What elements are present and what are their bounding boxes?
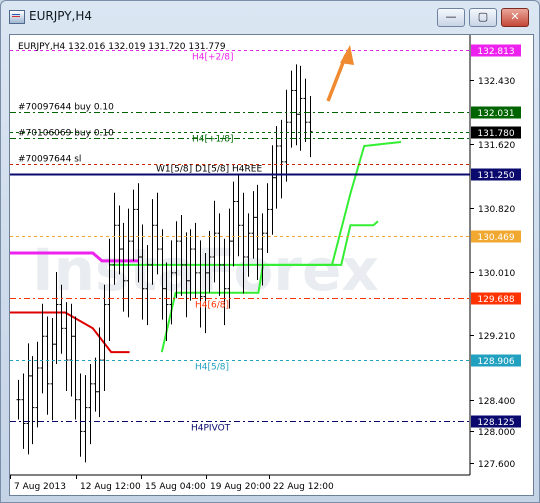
price-level-label: #70097644 sl [18,155,81,165]
price-level-label: #70097644 buy 0.10 [18,103,114,113]
price-tag: 132.031 [471,106,521,119]
close-button[interactable]: ✕ [501,8,529,27]
window-title: EURJPY,H4 [29,9,93,23]
price-level-label: W1[5/8] D1[5/8] H4REE [156,165,262,175]
price-level-label: H4[+2/8] [192,53,234,63]
y-tick-label: 127.600 [478,460,515,470]
price-tag: 132.813 [471,44,521,57]
price-level-label: H4[+1/8] [192,135,234,145]
chart-window: EURJPY,H4 — ▢ ✕ InstaForex H4[+2/8]#7009… [0,0,540,503]
y-tick-label: 128.000 [478,428,515,438]
y-tick-label: 131.620 [478,141,515,151]
y-tick-label: 132.430 [478,77,515,87]
price-tag: 128.125 [471,415,521,428]
svg-text:128.125: 128.125 [477,418,514,428]
x-tick-label: 19 Aug 20:00 [210,482,271,492]
current-price-tag: 131.780 [471,126,521,139]
price-tag: 130.469 [471,230,521,243]
y-tick-label: 130.010 [478,269,515,279]
price-level-label: H4[6/8] [195,301,229,311]
chart-header: EURJPY,H4 132.016 132.019 131.720 131.77… [18,42,226,52]
svg-text:129.688: 129.688 [477,295,514,305]
y-tick-label: 128.400 [478,397,515,407]
chart-area[interactable]: InstaForex H4[+2/8]#70097644 buy 0.10H4[… [9,34,534,496]
minimize-button[interactable]: — [437,8,465,27]
price-tag: 131.250 [471,168,521,181]
x-tick-label: 15 Aug 04:00 [145,482,206,492]
price-level-label: H4PIVOT [191,424,231,434]
x-tick-label: 7 Aug 2013 [14,482,66,492]
svg-text:131.250: 131.250 [477,171,514,181]
x-tick-label: 12 Aug 12:00 [80,482,141,492]
svg-text:132.031: 132.031 [477,109,514,119]
chart-app-icon [9,10,25,24]
x-tick-label: 22 Aug 12:00 [273,482,334,492]
title-bar[interactable]: EURJPY,H4 — ▢ ✕ [1,1,539,31]
svg-text:130.469: 130.469 [477,233,514,243]
price-tag: 129.688 [471,292,521,305]
price-level-label: H4[5/8] [195,363,229,373]
price-level-label: #70106069 buy 0.10 [18,129,114,139]
price-tag: 128.906 [471,354,521,367]
y-tick-label: 130.820 [478,205,515,215]
price-chart[interactable]: InstaForex H4[+2/8]#70097644 buy 0.10H4[… [10,35,533,495]
svg-text:132.813: 132.813 [477,47,514,57]
maximize-button[interactable]: ▢ [469,8,497,27]
svg-text:128.906: 128.906 [477,357,514,367]
svg-text:131.780: 131.780 [477,129,514,139]
y-tick-label: 129.210 [478,332,515,342]
